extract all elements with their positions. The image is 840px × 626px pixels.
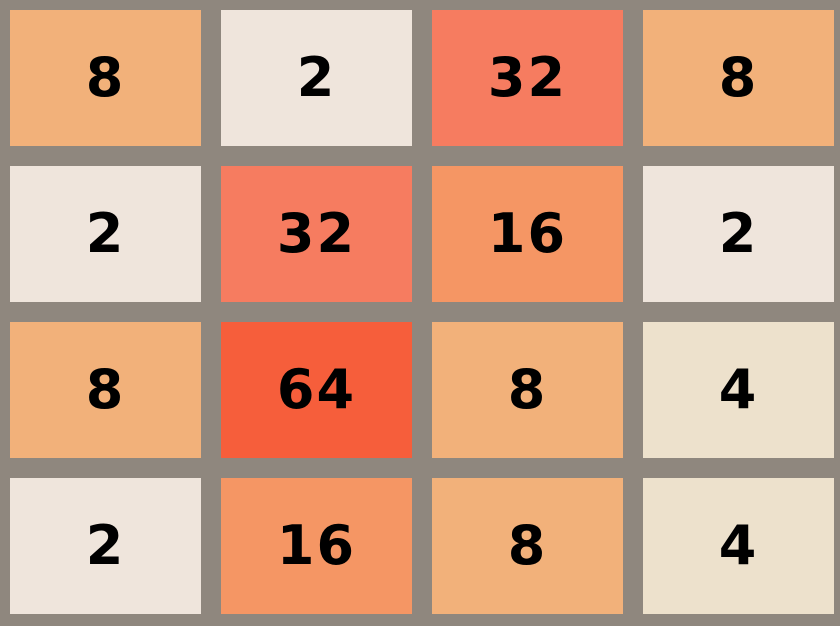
tile-r1-c4: 8 <box>643 10 834 146</box>
tile-value: 8 <box>507 514 548 577</box>
tile-value: 2 <box>85 202 126 265</box>
tile-value: 4 <box>718 514 759 577</box>
tile-r4-c1: 2 <box>10 478 201 614</box>
tile-value: 2 <box>296 46 337 109</box>
tile-value: 16 <box>487 202 568 265</box>
game-board: 8 2 32 8 2 32 16 2 8 64 8 4 2 16 8 4 <box>0 0 840 626</box>
tile-r3-c1: 8 <box>10 322 201 458</box>
tile-r1-c1: 8 <box>10 10 201 146</box>
tile-value: 8 <box>85 358 126 421</box>
tile-r4-c3: 8 <box>432 478 623 614</box>
tile-r4-c4: 4 <box>643 478 834 614</box>
tile-value: 2 <box>85 514 126 577</box>
tile-value: 4 <box>718 358 759 421</box>
tile-value: 2 <box>718 202 759 265</box>
tile-r3-c2: 64 <box>221 322 412 458</box>
tile-r1-c2: 2 <box>221 10 412 146</box>
tile-r3-c3: 8 <box>432 322 623 458</box>
tile-value: 16 <box>276 514 357 577</box>
tile-value: 32 <box>276 202 357 265</box>
tile-value: 8 <box>85 46 126 109</box>
tile-r3-c4: 4 <box>643 322 834 458</box>
tile-r2-c4: 2 <box>643 166 834 302</box>
tile-r4-c2: 16 <box>221 478 412 614</box>
tile-r2-c2: 32 <box>221 166 412 302</box>
tile-value: 8 <box>718 46 759 109</box>
tile-r1-c3: 32 <box>432 10 623 146</box>
tile-value: 32 <box>487 46 568 109</box>
tile-r2-c3: 16 <box>432 166 623 302</box>
tile-r2-c1: 2 <box>10 166 201 302</box>
tile-value: 64 <box>276 358 357 421</box>
tile-value: 8 <box>507 358 548 421</box>
